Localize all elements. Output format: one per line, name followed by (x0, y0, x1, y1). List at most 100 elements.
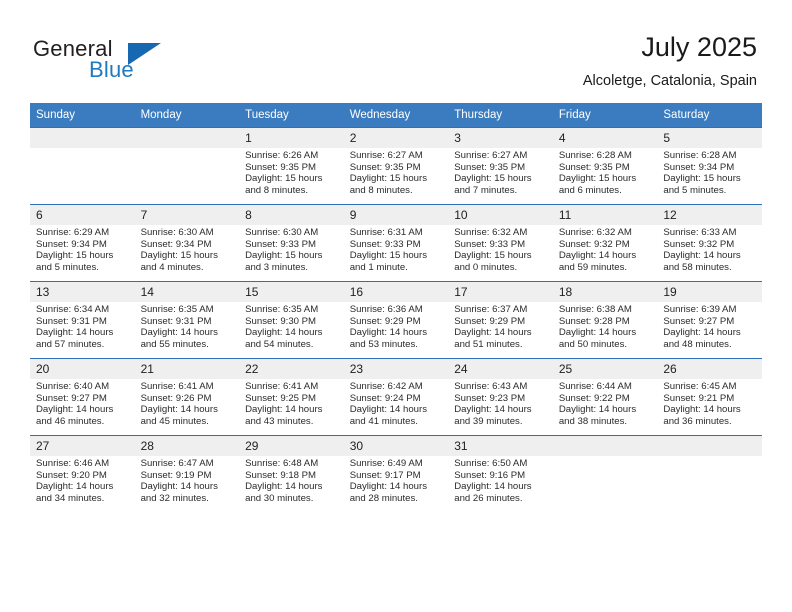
day-box: 23 Sunrise: 6:42 AM Sunset: 9:24 PM Dayligh… (343, 359, 449, 435)
calendar-day-cell[interactable]: 1 Sunrise: 6:26 AM Sunset: 9:35 PM Daylight… (239, 127, 344, 205)
calendar-day-cell[interactable]: 25 Sunrise: 6:44 AM Sunset: 9:22 PM Dayligh… (552, 358, 658, 436)
day-number: 29 (239, 436, 344, 456)
page-header: General Blue July 2025 Alcoletge, Catalo… (0, 0, 792, 100)
daylight-text: Daylight: 15 hours and 5 minutes. (36, 250, 114, 273)
day-box: 20 Sunrise: 6:40 AM Sunset: 9:27 PM Dayligh… (30, 359, 135, 435)
day-sun-info: Sunrise: 6:49 AM Sunset: 9:17 PM Daylight:… (344, 456, 449, 504)
calendar-week-row: 1 Sunrise: 6:26 AM Sunset: 9:35 PM Daylight… (30, 127, 762, 205)
calendar-day-cell[interactable]: 21 Sunrise: 6:41 AM Sunset: 9:26 PM Dayligh… (134, 358, 240, 436)
sunset-text: Sunset: 9:34 PM (663, 161, 735, 173)
calendar-day-cell[interactable]: 17 Sunrise: 6:37 AM Sunset: 9:29 PM Dayligh… (448, 281, 553, 359)
day-sun-info: Sunrise: 6:30 AM Sunset: 9:34 PM Daylight:… (135, 225, 240, 273)
calendar-day-cell[interactable]: 10 Sunrise: 6:32 AM Sunset: 9:33 PM Dayligh… (448, 204, 553, 282)
calendar-day-cell[interactable]: 15 Sunrise: 6:35 AM Sunset: 9:30 PM Dayligh… (239, 281, 344, 359)
day-box: 18 Sunrise: 6:38 AM Sunset: 9:28 PM Dayligh… (552, 282, 658, 358)
day-number: 28 (134, 436, 240, 456)
calendar-day-cell[interactable]: 7 Sunrise: 6:30 AM Sunset: 9:34 PM Daylight… (134, 204, 240, 282)
day-box (552, 436, 658, 512)
day-box: 27 Sunrise: 6:46 AM Sunset: 9:20 PM Dayligh… (30, 436, 135, 512)
sunrise-text: Sunrise: 6:44 AM (558, 381, 632, 392)
daylight-text: Daylight: 14 hours and 43 minutes. (245, 404, 323, 427)
day-sun-info: Sunrise: 6:33 AM Sunset: 9:32 PM Daylight:… (657, 225, 762, 273)
sunrise-text: Sunrise: 6:39 AM (663, 304, 737, 315)
daylight-text: Daylight: 15 hours and 8 minutes. (245, 173, 323, 196)
calendar-body: 1 Sunrise: 6:26 AM Sunset: 9:35 PM Daylight… (30, 127, 762, 512)
sunrise-text: Sunrise: 6:47 AM (140, 458, 214, 469)
day-box: 9 Sunrise: 6:31 AM Sunset: 9:33 PM Daylight… (343, 205, 449, 281)
day-box: 19 Sunrise: 6:39 AM Sunset: 9:27 PM Dayligh… (657, 282, 762, 358)
calendar-day-cell[interactable]: 27 Sunrise: 6:46 AM Sunset: 9:20 PM Dayligh… (30, 435, 135, 512)
calendar-day-cell[interactable]: 6 Sunrise: 6:29 AM Sunset: 9:34 PM Daylight… (30, 204, 135, 282)
day-number: 22 (239, 359, 344, 379)
calendar-day-cell[interactable]: 24 Sunrise: 6:43 AM Sunset: 9:23 PM Dayligh… (448, 358, 553, 436)
sunrise-text: Sunrise: 6:35 AM (245, 304, 319, 315)
calendar-day-cell (134, 127, 240, 205)
day-number (30, 128, 135, 148)
calendar-day-cell[interactable]: 11 Sunrise: 6:32 AM Sunset: 9:32 PM Dayligh… (552, 204, 658, 282)
sunset-text: Sunset: 9:27 PM (663, 315, 735, 327)
sunset-text: Sunset: 9:33 PM (454, 238, 526, 250)
sunset-text: Sunset: 9:19 PM (140, 469, 212, 481)
title-block: July 2025 Alcoletge, Catalonia, Spain (583, 30, 757, 90)
calendar-header-row: Sunday Monday Tuesday Wednesday Thursday… (30, 103, 762, 128)
calendar-day-cell[interactable]: 18 Sunrise: 6:38 AM Sunset: 9:28 PM Dayligh… (552, 281, 658, 359)
day-sun-info: Sunrise: 6:43 AM Sunset: 9:23 PM Daylight:… (448, 379, 553, 427)
calendar-day-cell[interactable]: 3 Sunrise: 6:27 AM Sunset: 9:35 PM Daylight… (448, 127, 553, 205)
general-blue-logo[interactable]: General Blue (33, 36, 213, 88)
day-sun-info: Sunrise: 6:45 AM Sunset: 9:21 PM Daylight:… (657, 379, 762, 427)
sunrise-text: Sunrise: 6:46 AM (36, 458, 110, 469)
sunset-text: Sunset: 9:25 PM (245, 392, 317, 404)
calendar-day-cell[interactable]: 26 Sunrise: 6:45 AM Sunset: 9:21 PM Dayligh… (657, 358, 762, 436)
day-number: 2 (343, 128, 449, 148)
calendar-day-cell[interactable]: 12 Sunrise: 6:33 AM Sunset: 9:32 PM Dayligh… (657, 204, 762, 282)
day-box: 22 Sunrise: 6:41 AM Sunset: 9:25 PM Dayligh… (239, 359, 344, 435)
day-number: 8 (239, 205, 344, 225)
month-calendar-table: Sunday Monday Tuesday Wednesday Thursday… (30, 103, 762, 512)
day-sun-info: Sunrise: 6:35 AM Sunset: 9:30 PM Daylight:… (239, 302, 344, 350)
calendar-day-cell[interactable]: 8 Sunrise: 6:30 AM Sunset: 9:33 PM Daylight… (239, 204, 344, 282)
calendar-day-cell[interactable]: 16 Sunrise: 6:36 AM Sunset: 9:29 PM Dayligh… (343, 281, 449, 359)
calendar-day-cell[interactable]: 14 Sunrise: 6:35 AM Sunset: 9:31 PM Dayligh… (134, 281, 240, 359)
calendar-day-cell[interactable]: 20 Sunrise: 6:40 AM Sunset: 9:27 PM Dayligh… (30, 358, 135, 436)
calendar-week-row: 20 Sunrise: 6:40 AM Sunset: 9:27 PM Dayligh… (30, 358, 762, 436)
day-number: 19 (657, 282, 762, 302)
day-number: 26 (657, 359, 762, 379)
day-number: 18 (552, 282, 658, 302)
day-box: 5 Sunrise: 6:28 AM Sunset: 9:34 PM Daylight… (657, 128, 762, 204)
day-sun-info: Sunrise: 6:42 AM Sunset: 9:24 PM Daylight:… (344, 379, 449, 427)
calendar-day-cell[interactable]: 29 Sunrise: 6:48 AM Sunset: 9:18 PM Dayligh… (239, 435, 344, 512)
day-box: 30 Sunrise: 6:49 AM Sunset: 9:17 PM Dayligh… (343, 436, 449, 512)
day-box: 3 Sunrise: 6:27 AM Sunset: 9:35 PM Daylight… (448, 128, 553, 204)
sunrise-text: Sunrise: 6:28 AM (558, 150, 632, 161)
sunrise-text: Sunrise: 6:26 AM (245, 150, 319, 161)
sunrise-text: Sunrise: 6:48 AM (245, 458, 319, 469)
calendar-day-cell[interactable]: 9 Sunrise: 6:31 AM Sunset: 9:33 PM Daylight… (343, 204, 449, 282)
calendar-day-cell[interactable]: 4 Sunrise: 6:28 AM Sunset: 9:35 PM Daylight… (552, 127, 658, 205)
calendar-day-cell[interactable]: 31 Sunrise: 6:50 AM Sunset: 9:16 PM Dayligh… (448, 435, 553, 512)
sunrise-text: Sunrise: 6:30 AM (245, 227, 319, 238)
calendar-day-cell[interactable]: 13 Sunrise: 6:34 AM Sunset: 9:31 PM Dayligh… (30, 281, 135, 359)
sunset-text: Sunset: 9:35 PM (454, 161, 526, 173)
day-box (134, 128, 240, 204)
day-box: 21 Sunrise: 6:41 AM Sunset: 9:26 PM Dayligh… (134, 359, 240, 435)
calendar-day-cell[interactable]: 23 Sunrise: 6:42 AM Sunset: 9:24 PM Dayligh… (343, 358, 449, 436)
day-number: 27 (30, 436, 135, 456)
sunset-text: Sunset: 9:29 PM (349, 315, 421, 327)
day-box: 24 Sunrise: 6:43 AM Sunset: 9:23 PM Dayligh… (448, 359, 553, 435)
day-box: 4 Sunrise: 6:28 AM Sunset: 9:35 PM Daylight… (552, 128, 658, 204)
day-sun-info: Sunrise: 6:35 AM Sunset: 9:31 PM Daylight:… (135, 302, 240, 350)
calendar-day-cell[interactable]: 19 Sunrise: 6:39 AM Sunset: 9:27 PM Dayligh… (657, 281, 762, 359)
daylight-text: Daylight: 14 hours and 54 minutes. (245, 327, 323, 350)
day-number: 5 (657, 128, 762, 148)
calendar-day-cell[interactable]: 30 Sunrise: 6:49 AM Sunset: 9:17 PM Dayligh… (343, 435, 449, 512)
calendar-day-cell[interactable]: 28 Sunrise: 6:47 AM Sunset: 9:19 PM Dayligh… (134, 435, 240, 512)
calendar-day-cell[interactable]: 2 Sunrise: 6:27 AM Sunset: 9:35 PM Daylight… (343, 127, 449, 205)
day-number: 23 (343, 359, 449, 379)
sunset-text: Sunset: 9:29 PM (454, 315, 526, 327)
sunset-text: Sunset: 9:35 PM (245, 161, 317, 173)
calendar-day-cell[interactable]: 5 Sunrise: 6:28 AM Sunset: 9:34 PM Daylight… (657, 127, 762, 205)
day-box: 29 Sunrise: 6:48 AM Sunset: 9:18 PM Dayligh… (239, 436, 344, 512)
day-number: 14 (134, 282, 240, 302)
calendar-day-cell[interactable]: 22 Sunrise: 6:41 AM Sunset: 9:25 PM Dayligh… (239, 358, 344, 436)
daylight-text: Daylight: 14 hours and 46 minutes. (36, 404, 114, 427)
